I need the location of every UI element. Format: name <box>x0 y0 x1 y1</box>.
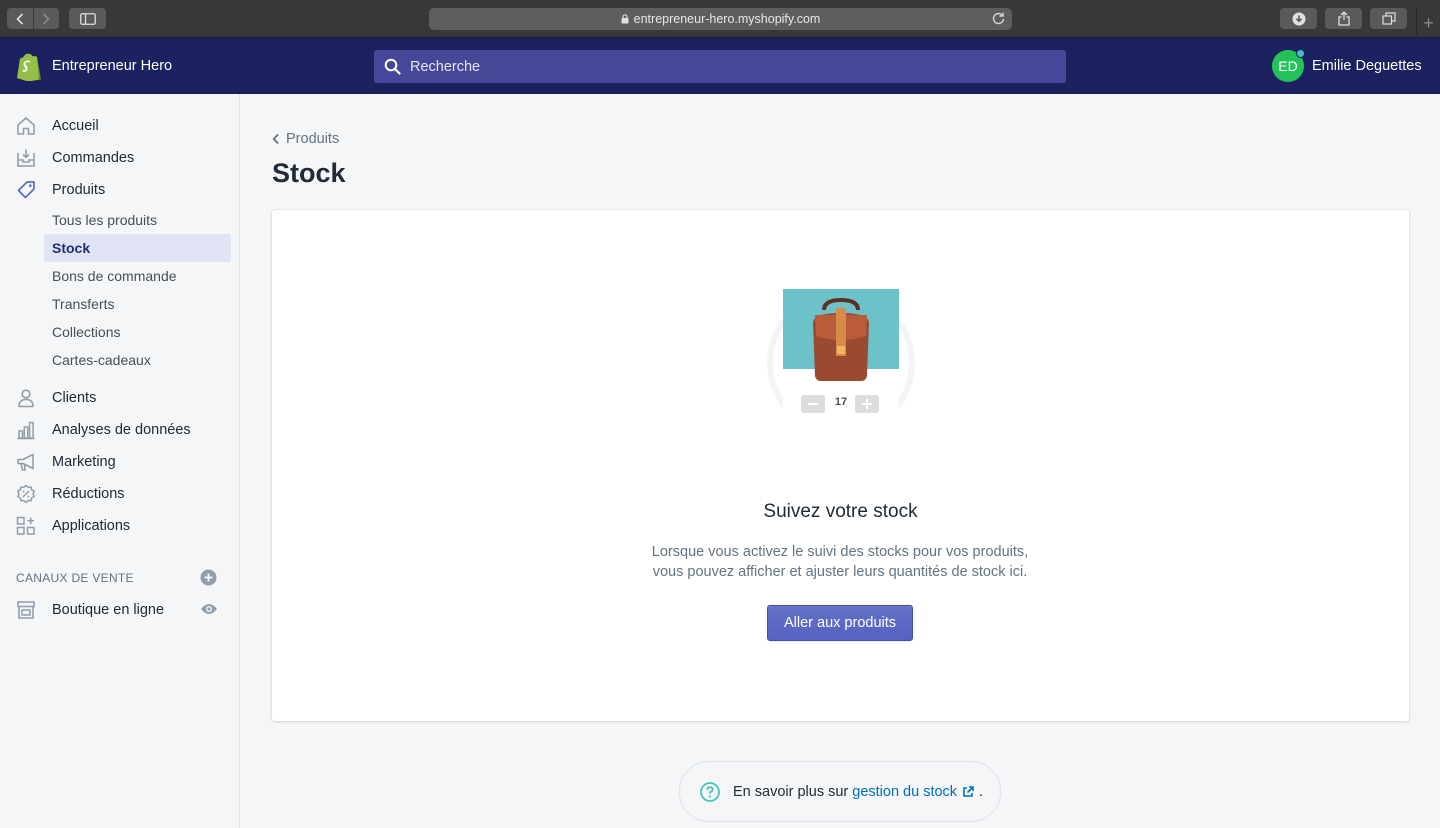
notification-dot <box>1296 49 1305 58</box>
sidebar-icon <box>79 12 96 25</box>
sidebar-item-label: Boutique en ligne <box>52 602 165 618</box>
sidebar-subitem-collections[interactable]: Collections <box>44 318 231 346</box>
new-tab-button[interactable]: + <box>1416 8 1440 38</box>
admin-topbar: Entrepreneur Hero ED Emilie Deguettes <box>0 38 1440 94</box>
browser-nav-group <box>7 8 59 29</box>
reload-icon[interactable] <box>991 11 1006 26</box>
shopify-logo-icon[interactable] <box>16 52 42 86</box>
sidebar-toggle-button[interactable] <box>69 8 106 29</box>
sidebar-item-applications[interactable]: Applications <box>0 510 239 542</box>
sidebar: Accueil Commandes Produits Tous les prod… <box>0 94 240 828</box>
home-icon <box>17 117 35 135</box>
external-link-icon <box>962 785 974 798</box>
help-link-label: gestion du stock <box>852 783 958 800</box>
sidebar-subitem-transferts[interactable]: Transferts <box>44 290 231 318</box>
sidebar-item-label: Analyses de données <box>52 422 191 438</box>
tabs-icon <box>1381 12 1396 25</box>
sidebar-item-marketing[interactable]: Marketing <box>0 446 239 478</box>
chevron-right-icon <box>43 12 50 25</box>
chevron-left-icon <box>16 12 23 25</box>
user-icon <box>18 389 34 408</box>
search-icon <box>384 58 401 75</box>
empty-state-heading: Suivez votre stock <box>763 501 918 522</box>
url-text: entrepreneur-hero.myshopify.com <box>633 12 821 26</box>
sidebar-item-label: Clients <box>52 390 97 406</box>
help-question-icon <box>700 781 720 802</box>
page-title: Stock <box>272 158 346 188</box>
footer-help-suffix: . <box>979 783 984 800</box>
sidebar-item-label: Applications <box>52 518 131 534</box>
address-bar[interactable]: entrepreneur-hero.myshopify.com <box>429 8 1012 30</box>
sidebar-item-reductions[interactable]: Réductions <box>0 478 239 510</box>
browser-toolbar: entrepreneur-hero.myshopify.com + <box>0 0 1440 38</box>
tabs-overview-button[interactable] <box>1370 8 1407 29</box>
discount-icon <box>17 484 35 504</box>
add-sales-channel-icon[interactable] <box>200 569 217 586</box>
empty-state-card: 17 Suivez votre stock Lorsque vous activ… <box>272 210 1409 721</box>
apps-icon <box>16 516 35 535</box>
share-icon <box>1337 11 1350 26</box>
sidebar-item-label: Accueil <box>52 118 99 134</box>
sidebar-subitem-cartes-cadeaux[interactable]: Cartes-cadeaux <box>44 346 231 374</box>
search-input[interactable] <box>410 58 1010 75</box>
megaphone-icon <box>17 453 34 471</box>
sidebar-item-accueil[interactable]: Accueil <box>0 110 239 142</box>
description-line-1: Lorsque vous activez le suivi des stocks… <box>651 544 1029 560</box>
orders-icon <box>17 149 35 167</box>
stock-illustration <box>767 289 915 438</box>
sidebar-item-label: Produits <box>52 182 106 198</box>
description-line-2: vous pouvez afficher et ajuster leurs qu… <box>652 564 1028 580</box>
sidebar-item-analyses[interactable]: Analyses de données <box>0 414 239 446</box>
inventory-help-link[interactable]: gestion du stock <box>852 784 974 800</box>
eye-icon[interactable] <box>200 602 218 616</box>
store-icon <box>17 601 35 619</box>
sidebar-item-produits[interactable]: Produits <box>0 174 239 206</box>
breadcrumb[interactable]: Produits <box>272 131 339 147</box>
store-name[interactable]: Entrepreneur Hero <box>52 58 172 74</box>
user-name[interactable]: Emilie Deguettes <box>1312 58 1422 74</box>
sales-channels-heading: CANAUX DE VENTE <box>16 571 134 585</box>
sidebar-subitem-bons-de-commande[interactable]: Bons de commande <box>44 262 231 290</box>
chevron-left-icon <box>272 133 280 145</box>
go-to-products-button[interactable]: Aller aux produits <box>767 605 913 641</box>
sidebar-item-clients[interactable]: Clients <box>0 382 239 414</box>
sidebar-item-commandes[interactable]: Commandes <box>0 142 239 174</box>
quantity-label: 17 <box>834 396 848 408</box>
download-icon <box>1292 12 1305 25</box>
lock-icon <box>621 14 629 24</box>
sidebar-subitem-stock[interactable]: Stock <box>44 234 231 262</box>
footer-help-prefix: En savoir plus sur <box>733 783 849 800</box>
sidebar-item-label: Commandes <box>52 150 135 166</box>
downloads-button[interactable] <box>1280 8 1317 29</box>
forward-button[interactable] <box>32 8 60 29</box>
sidebar-subitem-tous-les-produits[interactable]: Tous les produits <box>44 206 231 234</box>
back-button[interactable] <box>7 8 33 29</box>
sidebar-item-label: Réductions <box>52 486 125 502</box>
sidebar-item-label: Marketing <box>52 454 116 470</box>
chart-icon <box>17 421 35 440</box>
empty-state-description: Lorsque vous activez le suivi des stocks… <box>640 542 1040 582</box>
search-bar[interactable] <box>374 50 1066 83</box>
breadcrumb-label: Produits <box>286 131 340 147</box>
share-button[interactable] <box>1325 8 1362 29</box>
plus-icon: + <box>1423 12 1434 33</box>
footer-help: En savoir plus sur gestion du stock . <box>679 761 1001 822</box>
tag-icon <box>17 181 35 199</box>
